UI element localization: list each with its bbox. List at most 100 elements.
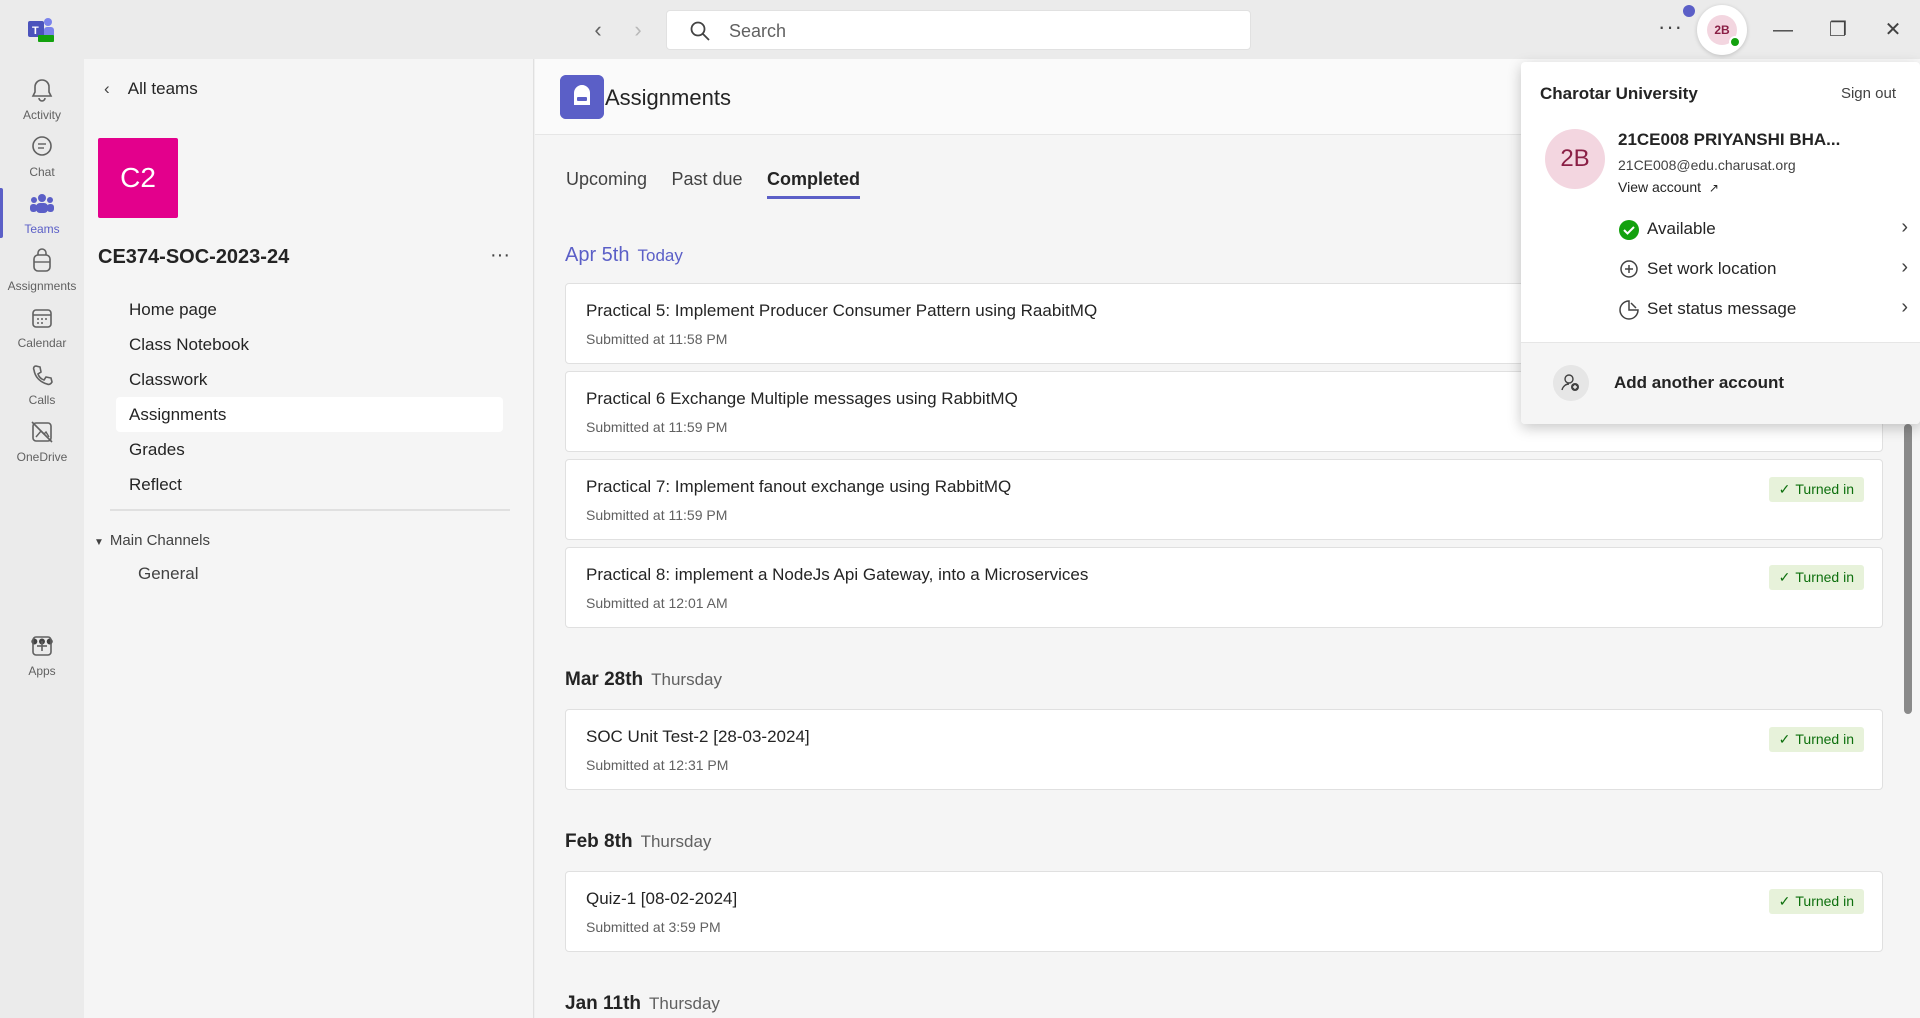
user-email: 21CE008@edu.charusat.org xyxy=(1618,157,1796,173)
tab-completed[interactable]: Completed xyxy=(767,169,861,199)
view-account-link[interactable]: View account ↗ xyxy=(1618,179,1719,195)
status-badge: ✓ Turned in xyxy=(1768,477,1864,502)
divider xyxy=(110,509,510,511)
page-title: Assignments xyxy=(605,85,731,110)
minimize-button[interactable]: — xyxy=(1768,15,1798,45)
checkmark-icon: ✓ xyxy=(1778,731,1791,747)
assignment-title: Practical 8: implement a NodeJs Api Gate… xyxy=(586,565,1089,584)
checkmark-icon: ✓ xyxy=(1778,569,1791,585)
search-input[interactable]: Search xyxy=(666,10,1251,50)
assignment-card[interactable]: Quiz-1 [08-02-2024] Submitted at 3:59 PM… xyxy=(565,871,1883,952)
submitted-time: Submitted at 12:31 PM xyxy=(586,757,729,773)
scrollbar[interactable] xyxy=(1904,424,1912,714)
sign-out-link[interactable]: Sign out xyxy=(1841,85,1896,102)
set-work-location-row[interactable]: Set work location › xyxy=(1618,252,1908,286)
team-more-button[interactable]: ··· xyxy=(490,244,510,267)
status-available-row[interactable]: Available › xyxy=(1618,212,1908,246)
phone-icon xyxy=(32,365,53,386)
organization-name: Charotar University xyxy=(1540,84,1698,103)
date-group-header: Feb 8th Thursday xyxy=(565,831,712,852)
status-badge: ✓ Turned in xyxy=(1768,889,1864,914)
search-placeholder: Search xyxy=(729,21,787,41)
submitted-time: Submitted at 11:59 PM xyxy=(586,507,728,523)
submitted-time: Submitted at 3:59 PM xyxy=(586,919,721,935)
team-name: CE374-SOC-2023-24 xyxy=(98,246,290,268)
assignment-card[interactable]: Practical 8: implement a NodeJs Api Gate… xyxy=(565,547,1883,628)
appbar-onedrive[interactable]: OneDrive xyxy=(0,408,84,474)
svg-text:T: T xyxy=(32,25,39,37)
search-icon xyxy=(690,21,710,41)
team-nav-class-notebook[interactable]: Class Notebook xyxy=(116,327,503,362)
channel-general[interactable]: General xyxy=(138,564,198,584)
team-pane: ‹ All teams C2 CE374-SOC-2023-24 ··· Hom… xyxy=(84,59,534,1018)
assignment-title: SOC Unit Test-2 [28-03-2024] xyxy=(586,727,810,746)
active-indicator xyxy=(0,188,3,238)
submitted-time: Submitted at 11:59 PM xyxy=(586,419,728,435)
calendar-icon xyxy=(32,309,52,328)
all-teams-label: All teams xyxy=(127,79,198,98)
available-check-icon xyxy=(1619,220,1639,240)
team-nav-assignments[interactable]: Assignments xyxy=(116,397,503,432)
chat-icon xyxy=(32,136,52,156)
team-avatar: C2 xyxy=(98,138,178,218)
appbar-apps[interactable]: Apps xyxy=(0,622,84,688)
add-app-icon xyxy=(32,636,52,656)
assignment-title: Quiz-1 [08-02-2024] xyxy=(586,889,738,908)
team-nav-classwork[interactable]: Classwork xyxy=(116,362,503,397)
presence-available-icon xyxy=(1729,36,1741,48)
all-teams-link[interactable]: ‹ All teams xyxy=(104,79,198,99)
assignment-title: Practical 5: Implement Producer Consumer… xyxy=(586,301,1098,320)
back-arrow-icon[interactable]: ‹ xyxy=(583,15,613,45)
notification-dot xyxy=(1683,5,1695,17)
backpack-icon xyxy=(33,248,51,272)
date-group-header: Apr 5th Today xyxy=(565,244,683,266)
add-another-account-button[interactable]: Add another account xyxy=(1614,373,1784,393)
chevron-right-icon: › xyxy=(1901,296,1908,318)
chevron-right-icon: › xyxy=(1901,216,1908,238)
account-flyout: Charotar University Sign out 2B 21CE008 … xyxy=(1521,62,1920,424)
avatar: 2B xyxy=(1545,129,1605,189)
profile-button[interactable]: 2B xyxy=(1697,5,1747,55)
restore-button[interactable]: ❐ xyxy=(1823,15,1853,45)
tab-upcoming[interactable]: Upcoming xyxy=(566,169,647,196)
chevron-right-icon: › xyxy=(1901,256,1908,278)
team-nav-home-page[interactable]: Home page xyxy=(116,292,503,327)
more-options-button[interactable]: ··· xyxy=(1658,14,1683,40)
teams-icon xyxy=(30,194,54,213)
location-icon xyxy=(1620,260,1638,278)
tab-bar: Upcoming Past due Completed xyxy=(566,169,880,199)
status-message-icon xyxy=(1619,300,1639,320)
tab-past-due[interactable]: Past due xyxy=(672,169,743,196)
bell-icon xyxy=(31,79,53,102)
team-nav: Home page Class Notebook Classwork Assig… xyxy=(116,292,503,502)
forward-arrow-icon[interactable]: › xyxy=(623,15,653,45)
external-link-icon: ↗ xyxy=(1708,181,1719,195)
title-bar: T ‹ › Search ··· 2B — ❐ ✕ xyxy=(0,0,1920,59)
date-group-header: Mar 28th Thursday xyxy=(565,669,723,690)
close-button[interactable]: ✕ xyxy=(1878,15,1908,45)
submitted-time: Submitted at 11:58 PM xyxy=(586,331,728,347)
add-account-section[interactable]: Add another account xyxy=(1521,342,1920,424)
onedrive-icon xyxy=(31,421,53,443)
chevron-left-icon: ‹ xyxy=(104,79,110,98)
date-group-header: Jan 11th Thursday xyxy=(565,993,720,1014)
assignment-card[interactable]: Practical 7: Implement fanout exchange u… xyxy=(565,459,1883,540)
user-name: 21CE008 PRIYANSHI BHA... xyxy=(1618,130,1841,149)
app-bar: Activity Chat Teams Assignments Calendar… xyxy=(0,59,84,1018)
channels-header[interactable]: ▼ Main Channels xyxy=(94,532,210,549)
team-nav-reflect[interactable]: Reflect xyxy=(116,467,503,502)
assignment-title: Practical 7: Implement fanout exchange u… xyxy=(586,477,1012,496)
add-person-icon xyxy=(1553,365,1589,401)
assignment-card[interactable]: SOC Unit Test-2 [28-03-2024] Submitted a… xyxy=(565,709,1883,790)
assignment-title: Practical 6 Exchange Multiple messages u… xyxy=(586,389,1018,408)
teams-logo-icon[interactable]: T xyxy=(26,15,56,43)
submitted-time: Submitted at 12:01 AM xyxy=(586,595,728,611)
checkmark-icon: ✓ xyxy=(1778,893,1791,909)
status-badge: ✓ Turned in xyxy=(1768,565,1864,590)
team-nav-grades[interactable]: Grades xyxy=(116,432,503,467)
checkmark-icon: ✓ xyxy=(1778,481,1791,497)
set-status-message-row[interactable]: Set status message › xyxy=(1618,292,1908,326)
caret-down-icon: ▼ xyxy=(94,537,104,548)
status-badge: ✓ Turned in xyxy=(1768,727,1864,752)
assignments-app-icon xyxy=(560,75,604,119)
